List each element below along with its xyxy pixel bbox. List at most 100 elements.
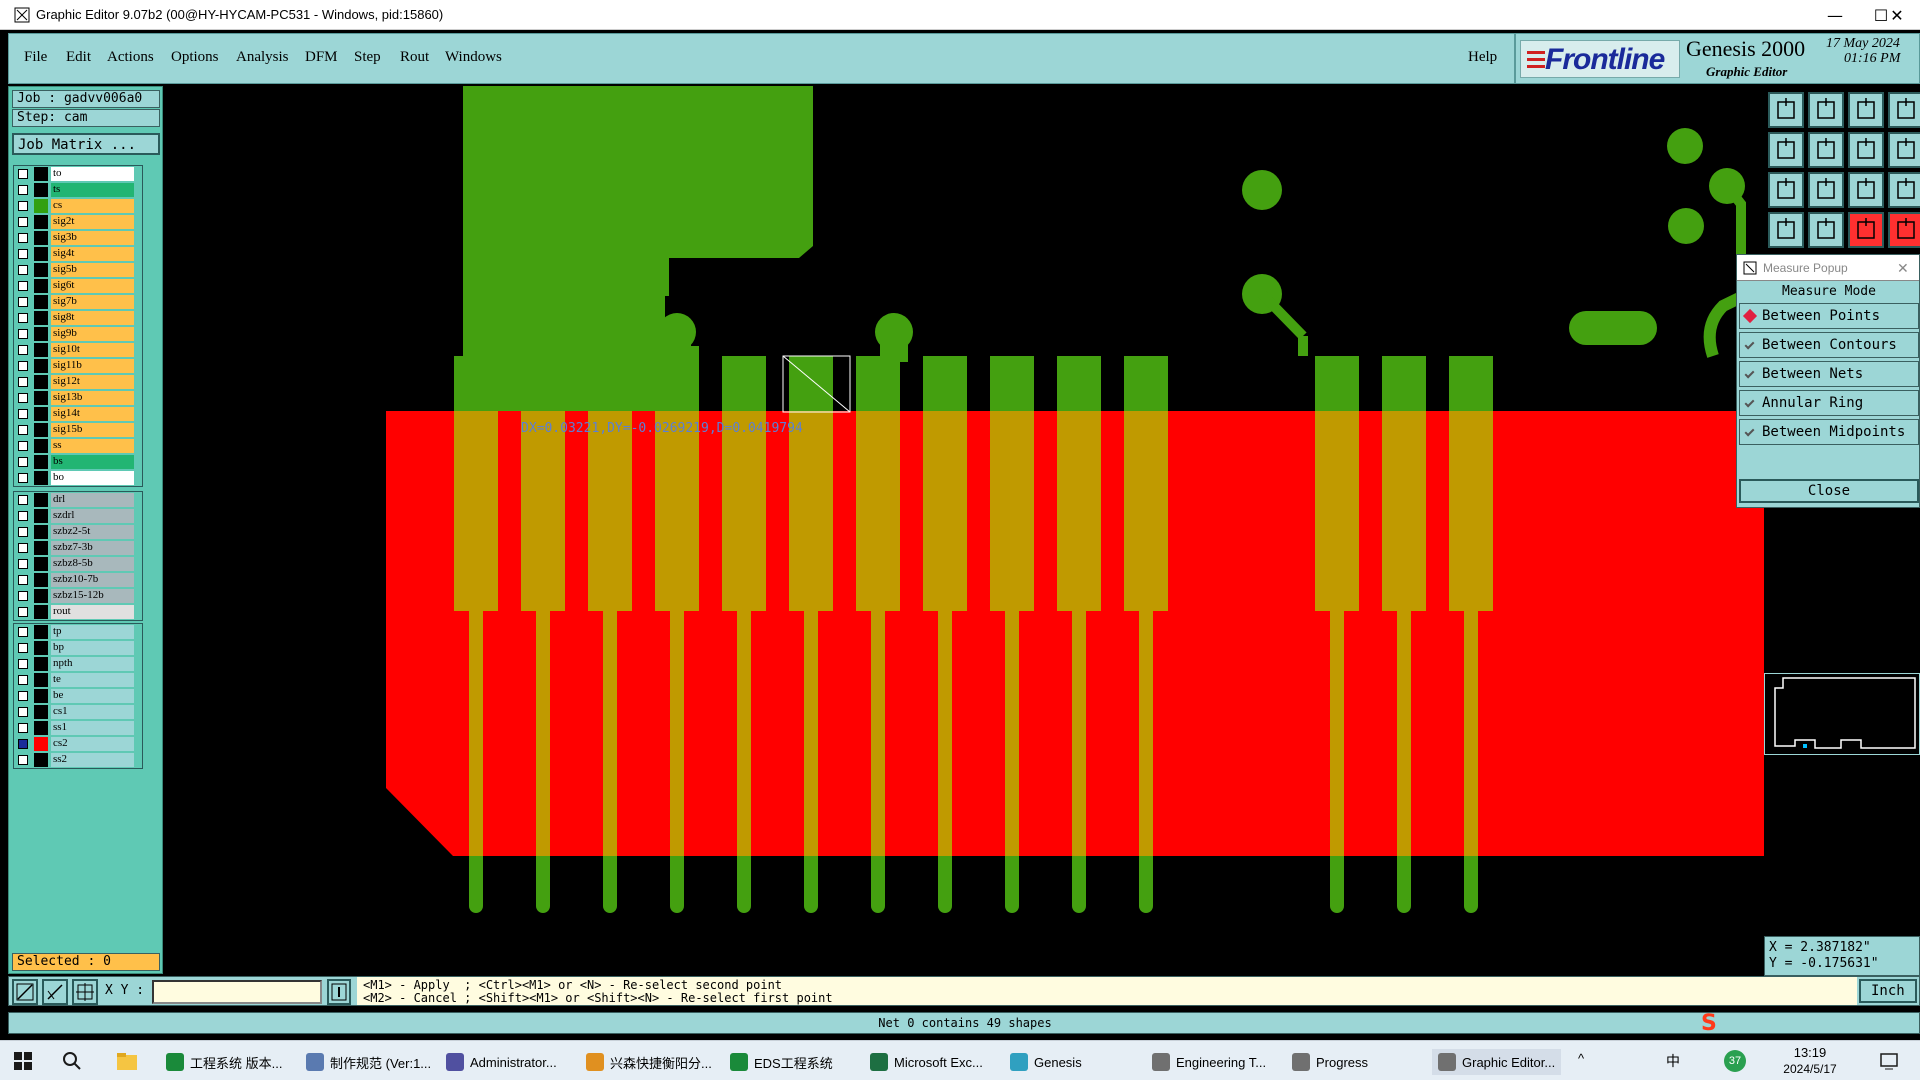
- menu-file[interactable]: File: [24, 49, 47, 66]
- layer-checkbox[interactable]: [18, 473, 28, 483]
- taskbar-app-9[interactable]: Graphic Editor...: [1432, 1049, 1562, 1075]
- layer-row-sig14t[interactable]: sig14t: [14, 406, 142, 422]
- minimize-button[interactable]: —: [1812, 0, 1858, 30]
- layer-row-sig13b[interactable]: sig13b: [14, 390, 142, 406]
- layer-color-swatch[interactable]: [34, 167, 48, 181]
- layer-name[interactable]: ss2: [51, 753, 134, 767]
- layer-color-swatch[interactable]: [34, 311, 48, 325]
- layer-name[interactable]: sig2t: [51, 215, 134, 229]
- graphic-canvas[interactable]: DX=0.03221,DY=-0.0269219,D=0.0419794: [163, 86, 1764, 976]
- layer-row-drl[interactable]: drl: [14, 492, 142, 508]
- layer-row-sig3b[interactable]: sig3b: [14, 230, 142, 246]
- layer-name[interactable]: sig9b: [51, 327, 134, 341]
- layer-row-szbz10-7b[interactable]: szbz10-7b: [14, 572, 142, 588]
- layer-checkbox[interactable]: [18, 345, 28, 355]
- layer-color-swatch[interactable]: [34, 423, 48, 437]
- net-highlight-button[interactable]: [1848, 212, 1884, 248]
- layer-name[interactable]: sig12t: [51, 375, 134, 389]
- layer-row-to[interactable]: to: [14, 166, 142, 182]
- search-icon[interactable]: [62, 1051, 82, 1071]
- layer-color-swatch[interactable]: [34, 641, 48, 655]
- measure-option-between-nets[interactable]: Between Nets: [1739, 361, 1919, 387]
- tray-lang[interactable]: 中: [1666, 1051, 1680, 1071]
- ime-s-icon[interactable]: S: [1699, 1011, 1723, 1033]
- close-window-button[interactable]: ✕: [1874, 0, 1920, 30]
- taskbar-app-6[interactable]: Genesis: [1010, 1049, 1082, 1075]
- layer-color-swatch[interactable]: [34, 455, 48, 469]
- layer-color-swatch[interactable]: [34, 493, 48, 507]
- layer-name[interactable]: sig8t: [51, 311, 134, 325]
- layer-row-bo[interactable]: bo: [14, 470, 142, 486]
- layer-name[interactable]: ss: [51, 439, 134, 453]
- s-curve-button[interactable]: [1888, 132, 1920, 168]
- layer-color-swatch[interactable]: [34, 541, 48, 555]
- layer-row-sig10t[interactable]: sig10t: [14, 342, 142, 358]
- layer-row-sig4t[interactable]: sig4t: [14, 246, 142, 262]
- menu-step[interactable]: Step: [354, 49, 381, 66]
- layer-name[interactable]: sig11b: [51, 359, 134, 373]
- layer-checkbox[interactable]: [18, 201, 28, 211]
- layer-row-szbz15-12b[interactable]: szbz15-12b: [14, 588, 142, 604]
- center-button[interactable]: [1808, 172, 1844, 208]
- layer-name[interactable]: sig6t: [51, 279, 134, 293]
- xy-input[interactable]: [152, 980, 322, 1004]
- layer-checkbox[interactable]: [18, 409, 28, 419]
- arrow-left-button[interactable]: [1768, 132, 1804, 168]
- measure-option-annular-ring[interactable]: Annular Ring: [1739, 390, 1919, 416]
- layer-row-ss[interactable]: ss: [14, 438, 142, 454]
- layer-color-swatch[interactable]: [34, 625, 48, 639]
- layer-checkbox[interactable]: [18, 575, 28, 585]
- job-matrix-button[interactable]: Job Matrix ...: [12, 133, 160, 155]
- layer-row-ss2[interactable]: ss2: [14, 752, 142, 768]
- layer-down-button[interactable]: [1808, 92, 1844, 128]
- layer-color-swatch[interactable]: [34, 343, 48, 357]
- layer-checkbox[interactable]: [18, 361, 28, 371]
- grid-tool-button[interactable]: [72, 979, 98, 1005]
- layer-checkbox[interactable]: [18, 233, 28, 243]
- menu-rout[interactable]: Rout: [400, 49, 429, 66]
- tray-badge[interactable]: 37: [1724, 1050, 1746, 1072]
- layer-checkbox[interactable]: [18, 185, 28, 195]
- layer-checkbox[interactable]: [18, 393, 28, 403]
- popup-close-button[interactable]: Close: [1739, 479, 1919, 503]
- layer-color-swatch[interactable]: [34, 231, 48, 245]
- help-button[interactable]: [1888, 172, 1920, 208]
- layer-name[interactable]: te: [51, 673, 134, 687]
- layer-row-cs2[interactable]: cs2: [14, 736, 142, 752]
- layer-name[interactable]: rout: [51, 605, 134, 619]
- layer-name[interactable]: cs: [51, 199, 134, 213]
- layer-color-swatch[interactable]: [34, 689, 48, 703]
- taskbar-app-0[interactable]: 工程系统 版本...: [166, 1049, 282, 1075]
- layer-name[interactable]: drl: [51, 493, 134, 507]
- layer-color-swatch[interactable]: [34, 295, 48, 309]
- layer-name[interactable]: sig5b: [51, 263, 134, 277]
- layer-row-szdrl[interactable]: szdrl: [14, 508, 142, 524]
- layer-color-swatch[interactable]: [34, 327, 48, 341]
- layer-checkbox[interactable]: [18, 691, 28, 701]
- file-explorer-icon[interactable]: [116, 1051, 138, 1071]
- clock-time[interactable]: 13:19: [1780, 1045, 1840, 1060]
- overview-map[interactable]: [1764, 673, 1920, 755]
- layer-row-ts[interactable]: ts: [14, 182, 142, 198]
- layer-row-sig11b[interactable]: sig11b: [14, 358, 142, 374]
- layer-checkbox[interactable]: [18, 377, 28, 387]
- layer-row-tp[interactable]: tp: [14, 624, 142, 640]
- layer-color-swatch[interactable]: [34, 215, 48, 229]
- layer-row-sig5b[interactable]: sig5b: [14, 262, 142, 278]
- layer-color-swatch[interactable]: [34, 557, 48, 571]
- layer-color-swatch[interactable]: [34, 199, 48, 213]
- layer-name[interactable]: szbz15-12b: [51, 589, 134, 603]
- layer-row-szbz8-5b[interactable]: szbz8-5b: [14, 556, 142, 572]
- layer-row-be[interactable]: be: [14, 688, 142, 704]
- layer-row-cs[interactable]: cs: [14, 198, 142, 214]
- measure-option-between-contours[interactable]: Between Contours: [1739, 332, 1919, 358]
- windows-start-icon[interactable]: [14, 1052, 32, 1070]
- layer-row-bp[interactable]: bp: [14, 640, 142, 656]
- panel-button[interactable]: [1888, 92, 1920, 128]
- layer-checkbox[interactable]: [18, 543, 28, 553]
- layer-checkbox[interactable]: [18, 441, 28, 451]
- layer-color-swatch[interactable]: [34, 183, 48, 197]
- zoom-prev-button[interactable]: [1848, 132, 1884, 168]
- taskbar-app-7[interactable]: Engineering T...: [1152, 1049, 1266, 1075]
- layer-checkbox[interactable]: [18, 591, 28, 601]
